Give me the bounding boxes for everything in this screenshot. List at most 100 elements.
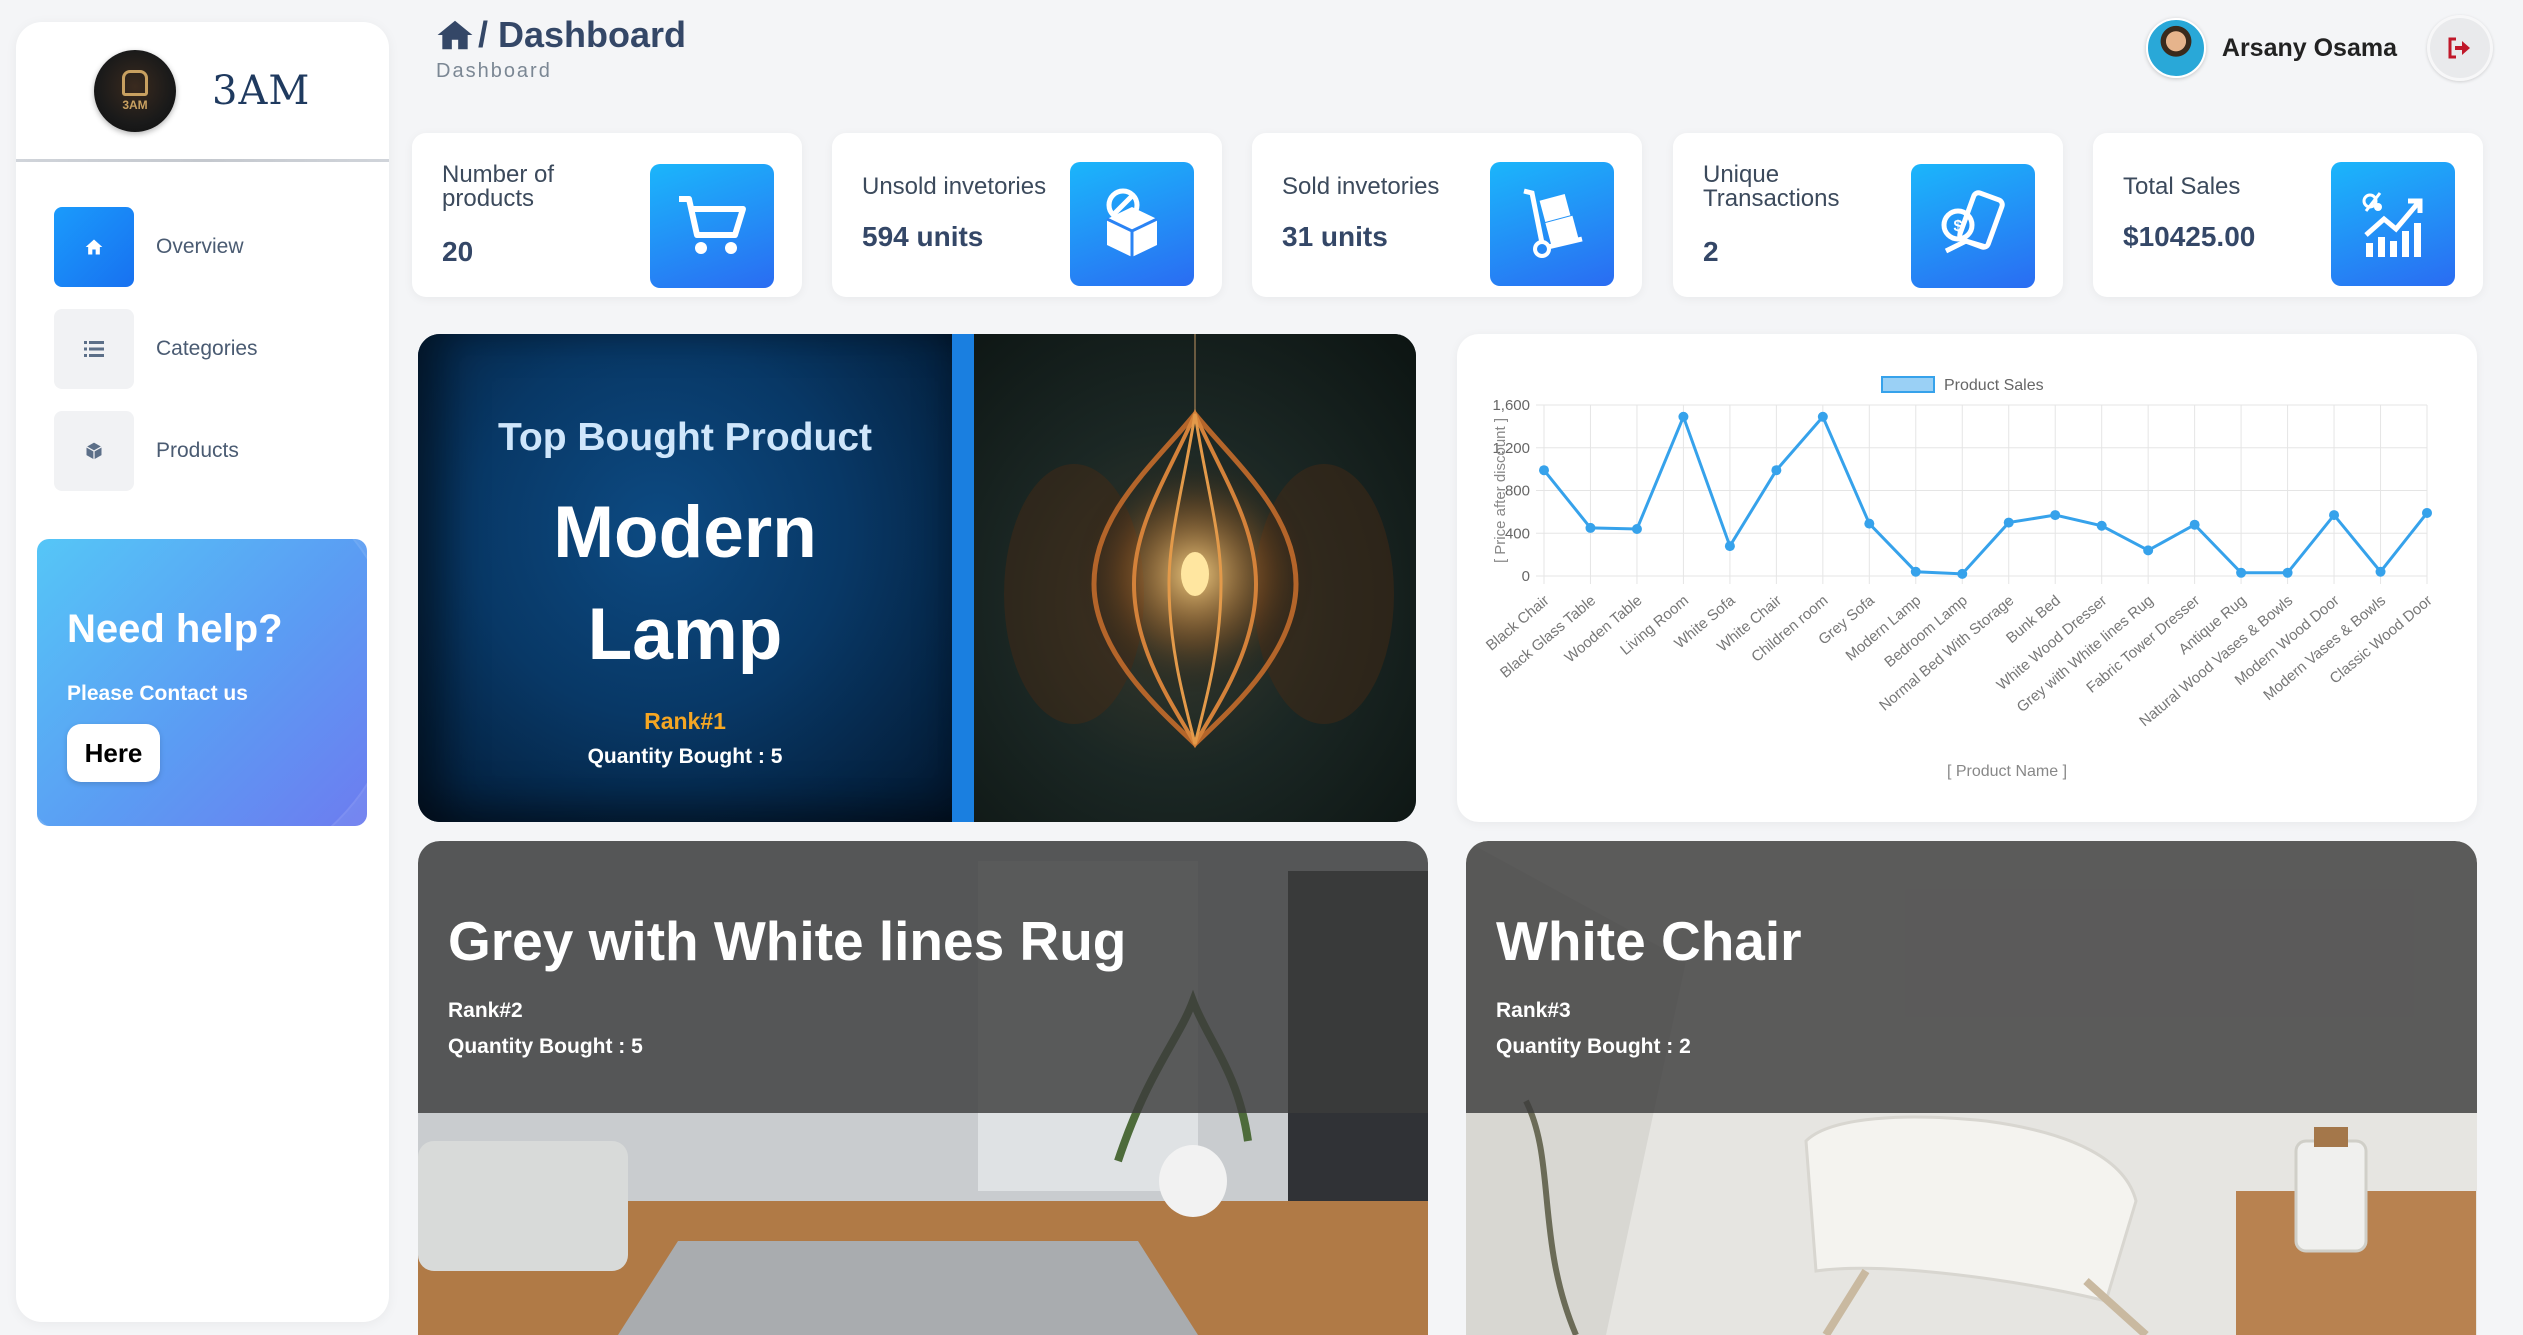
list-icon — [54, 309, 134, 389]
data-point — [2143, 545, 2154, 556]
data-point — [1910, 566, 1921, 577]
data-point — [2189, 519, 2200, 530]
stat-value: 594 units — [862, 221, 984, 252]
data-point — [1724, 541, 1735, 552]
data-point — [1864, 518, 1875, 529]
data-point — [2236, 567, 2247, 578]
data-point — [1678, 411, 1689, 422]
user-name: Arsany Osama — [2221, 33, 2397, 62]
data-point — [1957, 568, 1968, 579]
package-icon — [1070, 162, 1194, 286]
rank-card-rank: Rank#2 — [448, 999, 523, 1022]
logout-button[interactable] — [2427, 15, 2493, 81]
stat-label: Unique Transactions — [1703, 161, 1840, 212]
breadcrumb: / Dashboard Dashboard — [436, 14, 686, 83]
data-point — [2329, 510, 2340, 521]
stat-label: Total Sales — [2123, 173, 2241, 200]
top-product-panel: Top Bought Product Modern Lamp Rank#1 Qu… — [418, 334, 952, 822]
sidebar-nav: Overview Categories Products — [16, 162, 389, 491]
page-title: / Dashboard — [436, 14, 686, 56]
hand-truck-icon — [1490, 162, 1614, 286]
legend-label: Product Sales — [1944, 377, 2044, 394]
stat-value: 20 — [442, 236, 474, 267]
help-subtitle: Please Contact us — [67, 682, 248, 705]
payment-icon: $ — [1911, 164, 2035, 288]
growth-chart-icon — [2331, 162, 2455, 286]
top-product-name-line: Modern — [553, 492, 817, 573]
sidebar-item-overview[interactable]: Overview — [54, 207, 351, 287]
rank-card-title: Grey with White lines Rug — [448, 910, 1127, 972]
rank-card-quantity: Quantity Bought : 5 — [448, 1035, 643, 1058]
sidebar-item-products[interactable]: Products — [54, 411, 351, 491]
y-axis-label: [ Price after discount ] — [1492, 418, 1509, 563]
legend-swatch — [1881, 376, 1935, 393]
home-icon — [54, 207, 134, 287]
top-product-quantity: Quantity Bought : 5 — [587, 745, 783, 768]
sidebar-item-label: Products — [156, 439, 239, 462]
data-point — [2375, 566, 2386, 577]
brand-name: 3AM — [212, 67, 311, 114]
data-point — [1539, 465, 1549, 476]
user-menu: Arsany Osama — [2145, 15, 2493, 81]
brand[interactable]: 3AM 3AM — [16, 22, 389, 159]
cart-icon — [650, 164, 774, 288]
rank-card-overlay: White Chair Rank#3 Quantity Bought : 2 — [1466, 841, 2477, 1113]
stat-value: 31 units — [1282, 221, 1388, 252]
home-icon[interactable] — [436, 19, 474, 51]
y-tick-label: 0 — [1522, 568, 1530, 585]
page-title-text: / Dashboard — [478, 14, 687, 55]
rank-card-overlay: Grey with White lines Rug Rank#2 Quantit… — [418, 841, 1428, 1113]
sidebar-item-categories[interactable]: Categories — [54, 309, 351, 389]
top-product-name-line: Lamp — [587, 594, 783, 675]
brand-logo: 3AM — [94, 49, 176, 132]
svg-text:$: $ — [1954, 218, 1963, 235]
stat-label: Sold invetories — [1282, 173, 1440, 200]
lamp-image — [974, 334, 1416, 822]
stat-label: Unsold invetories — [862, 173, 1047, 200]
data-point — [2003, 517, 2014, 528]
stat-label: Number of products — [442, 161, 555, 212]
data-point — [2282, 567, 2293, 578]
data-point — [2096, 520, 2107, 531]
stat-card-transactions: Unique Transactions 2 $ — [1673, 133, 2063, 297]
data-point — [1771, 465, 1782, 476]
top-product-name: Modern Lamp — [418, 482, 952, 686]
rank-card-rank: Rank#3 — [1496, 999, 1571, 1022]
data-point — [2050, 510, 2061, 521]
rank-card-title: White Chair — [1496, 910, 1802, 972]
data-point — [1585, 522, 1596, 533]
stat-card-sold: Sold invetories 31 units — [1252, 133, 1642, 297]
top-product-kicker: Top Bought Product — [497, 416, 873, 459]
top-product-hero[interactable]: Top Bought Product Modern Lamp Rank#1 Qu… — [418, 334, 1416, 822]
sidebar: 3AM 3AM Overview Categories Products Nee… — [16, 22, 389, 1322]
logout-icon — [2448, 37, 2470, 59]
avatar[interactable] — [2145, 18, 2206, 78]
y-tick-label: 1,600 — [1492, 397, 1530, 414]
product-sales-chart: Product Sales 0 400 800 1,200 1,600 Black Chai… — [1457, 334, 2477, 822]
chair-logo-icon — [122, 69, 148, 96]
hero-accent-strip — [952, 334, 974, 822]
contact-button[interactable]: Here — [67, 724, 160, 782]
stat-value: $10425.00 — [2123, 221, 2256, 252]
stat-card-products: Number of products 20 — [412, 133, 802, 297]
x-axis-label: [ Product Name ] — [1947, 763, 2067, 780]
sidebar-item-label: Categories — [156, 337, 258, 360]
rank-card-3[interactable]: White Chair Rank#3 Quantity Bought : 2 — [1466, 841, 2477, 1335]
data-point — [2422, 507, 2432, 518]
brand-logo-text: 3AM — [122, 97, 148, 112]
sidebar-item-label: Overview — [156, 235, 244, 258]
help-card: Need help? Please Contact us Here — [37, 539, 367, 826]
data-point — [1631, 523, 1642, 534]
chart-svg: Product Sales04008001,2001,600Black Chai… — [1483, 376, 2436, 780]
data-point — [1817, 411, 1828, 422]
stat-card-total-sales: Total Sales $10425.00 — [2093, 133, 2483, 297]
series-line — [1542, 412, 2429, 576]
stat-card-unsold: Unsold invetories 594 units — [832, 133, 1222, 297]
box-icon — [54, 411, 134, 491]
page-subtitle: Dashboard — [436, 60, 552, 82]
top-product-rank: Rank#1 — [644, 708, 726, 734]
stat-value: 2 — [1703, 236, 1719, 267]
rank-card-quantity: Quantity Bought : 2 — [1496, 1035, 1691, 1058]
help-title: Need help? — [67, 607, 283, 651]
rank-card-2[interactable]: Grey with White lines Rug Rank#2 Quantit… — [418, 841, 1428, 1335]
